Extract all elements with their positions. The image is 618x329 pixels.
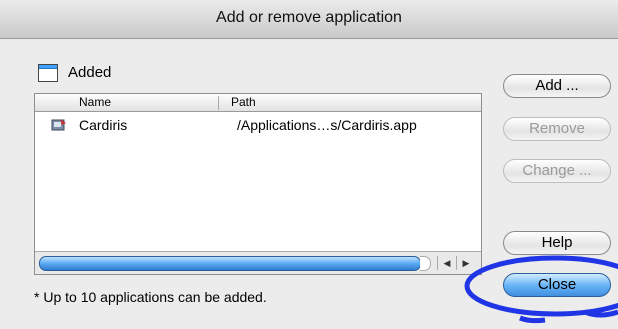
highlight-circle-annotation	[464, 255, 618, 324]
dialog-window: Add or remove application Added Name Pat…	[0, 0, 618, 329]
